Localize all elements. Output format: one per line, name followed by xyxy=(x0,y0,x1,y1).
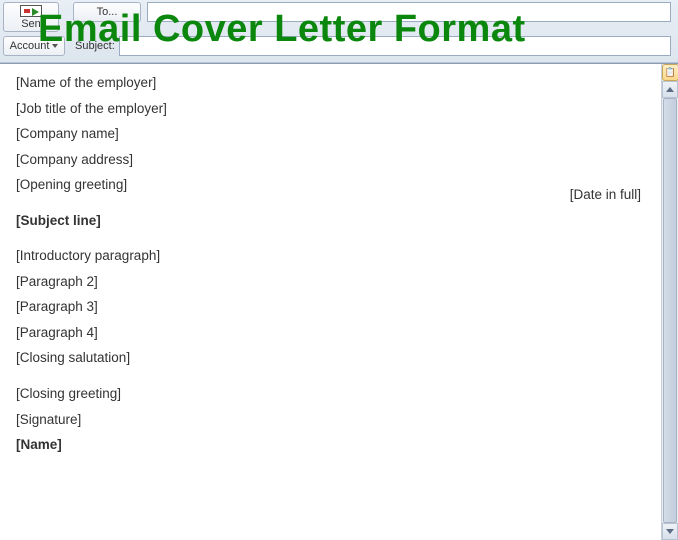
body-paragraph: [Closing salutation] xyxy=(16,349,645,367)
body-line: [Name of the employer] xyxy=(16,74,645,92)
scroll-thumb[interactable] xyxy=(663,98,677,523)
body-line: [Opening greeting] xyxy=(16,176,645,194)
body-paragraph: [Paragraph 3] xyxy=(16,298,645,316)
envelope-icon xyxy=(20,5,42,17)
subject-label: Subject: xyxy=(75,40,115,52)
paste-options-icon[interactable]: 📋 xyxy=(662,64,678,81)
to-button[interactable]: To... xyxy=(73,2,141,22)
body-line: [Job title of the employer] xyxy=(16,100,645,118)
body-wrapper: [Name of the employer] [Job title of the… xyxy=(0,63,678,540)
arrow-up-icon xyxy=(666,87,674,92)
date-full: [Date in full] xyxy=(570,186,641,204)
body-paragraph: [Introductory paragraph] xyxy=(16,247,645,265)
account-label: Account xyxy=(10,40,50,52)
send-label: Sen xyxy=(21,18,41,30)
send-button[interactable]: Sen xyxy=(3,2,59,32)
closing-line: [Signature] xyxy=(16,411,645,429)
subject-row: Account Subject: xyxy=(0,32,678,62)
body-paragraph: [Paragraph 4] xyxy=(16,324,645,342)
body-line: [Company name] xyxy=(16,125,645,143)
subject-line: [Subject line] xyxy=(16,212,645,230)
scroll-up-button[interactable] xyxy=(662,81,678,98)
arrow-down-icon xyxy=(666,529,674,534)
scroll-down-button[interactable] xyxy=(662,523,678,540)
subject-input[interactable] xyxy=(119,36,671,56)
chevron-down-icon xyxy=(52,44,58,48)
scroll-track[interactable] xyxy=(662,98,678,523)
to-label: To... xyxy=(97,6,118,18)
body-line: [Company address] xyxy=(16,151,645,169)
closing-name: [Name] xyxy=(16,436,645,454)
to-row: Sen To... xyxy=(0,0,678,32)
to-input[interactable] xyxy=(147,2,671,22)
email-header: Sen To... Account Subject: xyxy=(0,0,678,63)
closing-line: [Closing greeting] xyxy=(16,385,645,403)
body-paragraph: [Paragraph 2] xyxy=(16,273,645,291)
email-body[interactable]: [Name of the employer] [Job title of the… xyxy=(0,64,661,540)
account-button[interactable]: Account xyxy=(3,36,65,56)
scrollbar: 📋 xyxy=(661,64,678,540)
